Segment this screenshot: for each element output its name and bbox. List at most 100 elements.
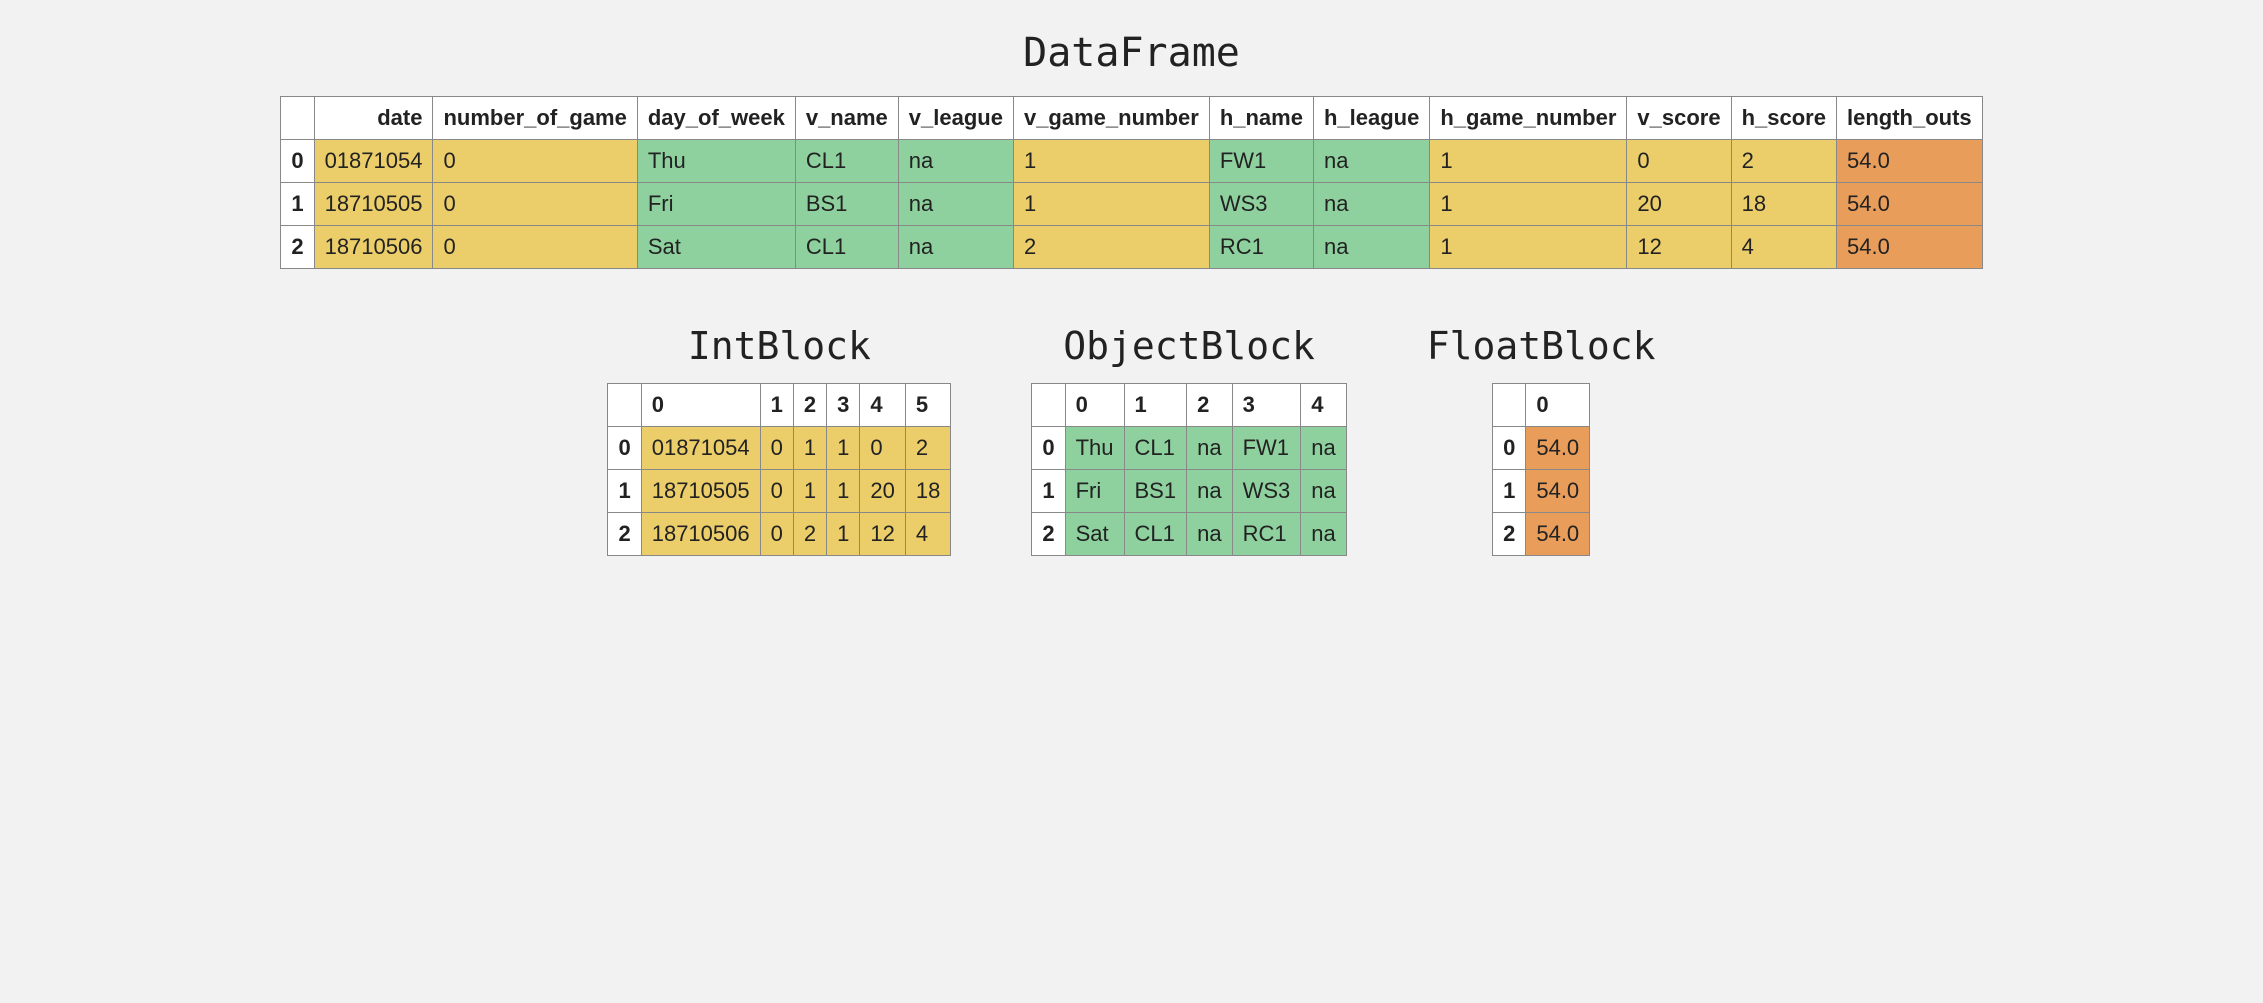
cell: na [898,183,1013,226]
cell: 1 [827,513,860,556]
cell: 1 [1430,226,1627,269]
col-h-game-number: h_game_number [1430,97,1627,140]
cell: 0 [433,183,637,226]
cell: 01871054 [314,140,433,183]
floatblock-body: 054.0154.0254.0 [1493,427,1590,556]
cell: 1 [1013,183,1209,226]
col-length-outs: length_outs [1836,97,1982,140]
col-head: 3 [827,384,860,427]
cell: CL1 [1124,513,1187,556]
cell: na [1187,427,1232,470]
intblock: IntBlock 012345 001871054011021187105050… [607,324,951,556]
row-index: 2 [608,513,641,556]
col-v-name: v_name [795,97,898,140]
cell: na [1301,513,1346,556]
objectblock-header-row: 01234 [1032,384,1346,427]
dataframe-table: date number_of_game day_of_week v_name v… [280,96,1982,269]
cell: 18710505 [641,470,760,513]
cell: 1 [793,470,826,513]
intblock-table: 012345 001871054011021187105050112018218… [607,383,951,556]
col-v-league: v_league [898,97,1013,140]
row-index: 1 [1032,470,1065,513]
cell: 0 [760,470,793,513]
row-index: 2 [1032,513,1065,556]
row-index: 1 [1493,470,1526,513]
corner-cell [1032,384,1065,427]
cell: 54.0 [1836,226,1982,269]
col-h-score: h_score [1731,97,1836,140]
table-row: 154.0 [1493,470,1590,513]
cell: 18 [1731,183,1836,226]
table-row: 00187105401102 [608,427,951,470]
table-row: 1FriBS1naWS3na [1032,470,1346,513]
cell: 4 [905,513,950,556]
cell: na [898,226,1013,269]
cell: 1 [1430,140,1627,183]
cell: 1 [1430,183,1627,226]
cell: na [1313,226,1429,269]
cell: Thu [1065,427,1124,470]
row-index: 0 [281,140,314,183]
cell: 2 [1013,226,1209,269]
cell: Sat [1065,513,1124,556]
row-index: 0 [608,427,641,470]
row-index: 2 [281,226,314,269]
table-row: 2SatCL1naRC1na [1032,513,1346,556]
dataframe-title: DataFrame [20,30,2243,76]
table-row: 0018710540ThuCL1na1FW1na10254.0 [281,140,1982,183]
table-row: 1187105050112018 [608,470,951,513]
cell: FW1 [1232,427,1301,470]
row-index: 1 [281,183,314,226]
col-v-game-number: v_game_number [1013,97,1209,140]
cell: 0 [433,226,637,269]
cell: na [1187,470,1232,513]
cell: na [1301,470,1346,513]
intblock-header-row: 012345 [608,384,951,427]
col-head: 2 [793,384,826,427]
col-date: date [314,97,433,140]
col-head: 4 [1301,384,1346,427]
floatblock-title: FloatBlock [1427,324,1656,368]
cell: RC1 [1209,226,1313,269]
objectblock-title: ObjectBlock [1063,324,1315,368]
col-head: 5 [905,384,950,427]
cell: 18 [905,470,950,513]
col-head: 0 [1065,384,1124,427]
cell: Sat [637,226,795,269]
cell: na [1313,140,1429,183]
table-row: 218710506021124 [608,513,951,556]
col-v-score: v_score [1627,97,1731,140]
cell: FW1 [1209,140,1313,183]
table-row: 254.0 [1493,513,1590,556]
cell: WS3 [1209,183,1313,226]
table-row: 0ThuCL1naFW1na [1032,427,1346,470]
table-row: 2187105060SatCL1na2RC1na112454.0 [281,226,1982,269]
cell: 0 [760,427,793,470]
cell: 18710506 [314,226,433,269]
cell: Fri [1065,470,1124,513]
col-number-of-game: number_of_game [433,97,637,140]
floatblock: FloatBlock 0 054.0154.0254.0 [1427,324,1656,556]
dataframe-header-row: date number_of_game day_of_week v_name v… [281,97,1982,140]
cell: 54.0 [1836,140,1982,183]
objectblock: ObjectBlock 01234 0ThuCL1naFW1na1FriBS1n… [1031,324,1346,556]
cell: 2 [905,427,950,470]
cell: 0 [760,513,793,556]
cell: 1 [1013,140,1209,183]
col-head: 4 [860,384,905,427]
cell: CL1 [1124,427,1187,470]
cell: na [1301,427,1346,470]
cell: 01871054 [641,427,760,470]
col-head: 3 [1232,384,1301,427]
cell: BS1 [795,183,898,226]
cell: Fri [637,183,795,226]
cell: 1 [827,427,860,470]
objectblock-table: 01234 0ThuCL1naFW1na1FriBS1naWS3na2SatCL… [1031,383,1346,556]
cell: na [1187,513,1232,556]
cell: 54.0 [1526,427,1590,470]
col-h-name: h_name [1209,97,1313,140]
row-index: 0 [1032,427,1065,470]
table-row: 1187105050FriBS1na1WS3na1201854.0 [281,183,1982,226]
floatblock-table: 0 054.0154.0254.0 [1492,383,1590,556]
col-day-of-week: day_of_week [637,97,795,140]
